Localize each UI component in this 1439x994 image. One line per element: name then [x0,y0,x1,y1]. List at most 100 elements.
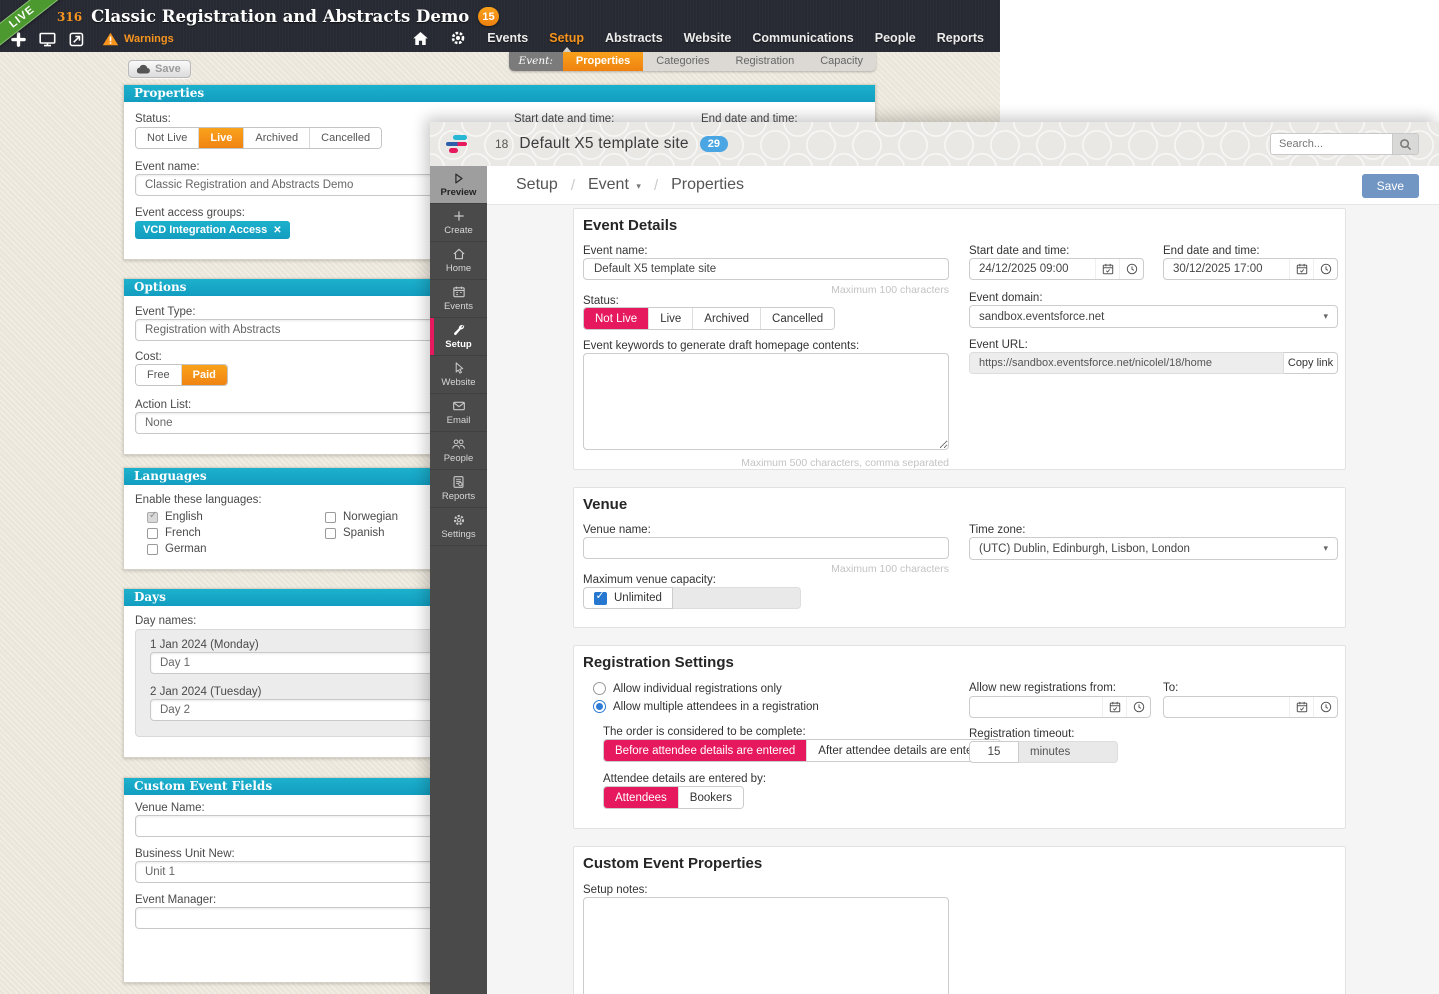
plus-icon [452,209,466,223]
calendar-picker-button[interactable] [1102,697,1126,717]
keywords-textarea[interactable] [583,353,949,450]
copy-link-button[interactable]: Copy link [1284,352,1338,374]
venue-name-label: Venue Name: [135,802,205,814]
checkbox-icon[interactable] [147,528,158,539]
classic-nav-events[interactable]: Events [487,31,528,45]
search-button[interactable] [1392,133,1419,155]
checkbox-french[interactable]: French [147,527,201,539]
subtab-capacity[interactable]: Capacity [807,52,876,71]
breadcrumb-properties[interactable]: Properties [671,176,744,194]
status-not-live[interactable]: Not Live [136,128,198,148]
classic-nav-communications[interactable]: Communications [752,31,853,45]
search-input[interactable] [1270,133,1392,155]
status-live[interactable]: Live [198,128,243,148]
order-before-button[interactable]: Before attendee details are entered [604,740,806,761]
sidebar-item-create[interactable]: Create [430,204,487,242]
radio-icon[interactable] [593,682,606,695]
entered-attendees-button[interactable]: Attendees [604,787,678,808]
time-picker-button[interactable] [1313,697,1337,717]
breadcrumb-setup[interactable]: Setup [516,176,558,194]
radio-selected-icon[interactable] [593,700,606,713]
start-date-input[interactable]: 24/12/2025 09:00 [969,258,1144,280]
gear-icon[interactable] [450,30,466,46]
classic-save-button[interactable]: Save [128,60,191,78]
status-cancelled[interactable]: Cancelled [760,308,834,329]
sidebar-item-people[interactable]: People [430,432,487,470]
x5-header: 18 Default X5 template site 29 [430,122,1439,166]
close-icon[interactable]: ✕ [273,225,281,236]
custom-event-properties-card: Custom Event Properties Setup notes: [573,846,1346,994]
section-title: Venue [583,496,627,513]
checkbox-english[interactable]: English [147,511,203,523]
timezone-select[interactable]: (UTC) Dublin, Edinburgh, Lisbon, London … [969,537,1338,560]
save-button[interactable]: Save [1362,174,1419,198]
subtab-properties[interactable]: Properties [563,52,643,71]
monitor-icon[interactable] [38,31,56,47]
checkbox-norwegian[interactable]: Norwegian [325,511,398,523]
calendar-icon [1102,263,1114,275]
status-cancelled[interactable]: Cancelled [309,128,381,148]
warnings-button[interactable]: Warnings [102,32,174,46]
classic-notification-badge[interactable]: 15 [478,7,498,26]
classic-main-nav: Events Setup Abstracts Website Communica… [412,30,984,46]
sidebar-item-events[interactable]: Events [430,280,487,318]
cost-paid[interactable]: Paid [181,365,227,385]
event-url-value: https://sandbox.eventsforce.net/nicolel/… [969,352,1284,374]
registrations-from-input[interactable] [969,696,1151,718]
timeout-group: 15 minutes [969,741,1118,763]
breadcrumb-event[interactable]: Event ▾ [588,176,641,194]
calendar-icon [452,285,466,299]
sidebar-item-reports[interactable]: Reports [430,470,487,508]
calendar-picker-button[interactable] [1289,259,1313,279]
x5-notification-badge[interactable]: 29 [700,136,728,152]
sidebar-item-settings[interactable]: Settings [430,508,487,546]
status-not-live[interactable]: Not Live [584,308,648,329]
checkbox-german[interactable]: German [147,543,207,555]
status-archived[interactable]: Archived [243,128,309,148]
entered-bookers-button[interactable]: Bookers [678,787,743,808]
radio-individual-registrations[interactable]: Allow individual registrations only [593,682,782,695]
calendar-picker-button[interactable] [1289,697,1313,717]
event-name-input[interactable] [583,258,949,280]
subtab-categories[interactable]: Categories [643,52,722,71]
sidebar-item-preview[interactable]: Preview [430,166,487,204]
unlimited-checkbox[interactable]: Unlimited [583,587,673,609]
classic-nav-website[interactable]: Website [684,31,732,45]
checkbox-checked-icon[interactable] [594,592,607,605]
search-icon [1399,138,1412,151]
event-domain-select[interactable]: sandbox.eventsforce.net ▾ [969,305,1338,328]
time-picker-button[interactable] [1313,259,1337,279]
checkbox-icon[interactable] [147,512,158,523]
chevron-down-icon: ▾ [1323,543,1328,554]
checkbox-spanish[interactable]: Spanish [325,527,385,539]
breadcrumb: Setup / Event ▾ / Properties Save [487,166,1439,205]
checkbox-icon[interactable] [147,544,158,555]
sidebar-item-home[interactable]: Home [430,242,487,280]
venue-name-input[interactable] [583,537,949,559]
classic-nav-people[interactable]: People [875,31,916,45]
sidebar-item-email[interactable]: Email [430,394,487,432]
classic-nav-reports[interactable]: Reports [937,31,984,45]
time-picker-button[interactable] [1126,697,1150,717]
status-archived[interactable]: Archived [692,308,760,329]
radio-multiple-attendees[interactable]: Allow multiple attendees in a registrati… [593,700,819,713]
entered-by-label: Attendee details are entered by: [603,773,766,785]
cost-free[interactable]: Free [136,365,181,385]
subtab-registration[interactable]: Registration [723,52,808,71]
time-picker-button[interactable] [1119,259,1143,279]
checkbox-icon[interactable] [325,512,336,523]
classic-nav-abstracts[interactable]: Abstracts [605,31,663,45]
home-icon[interactable] [412,31,429,46]
sidebar-item-website[interactable]: Website [430,356,487,394]
classic-nav-setup[interactable]: Setup [549,31,584,45]
calendar-picker-button[interactable] [1095,259,1119,279]
setup-notes-textarea[interactable] [583,897,949,994]
access-group-chip[interactable]: VCD Integration Access ✕ [135,221,290,239]
external-link-icon[interactable] [67,31,85,47]
sidebar-item-setup[interactable]: Setup [430,318,487,356]
status-live[interactable]: Live [648,308,692,329]
end-date-input[interactable]: 30/12/2025 17:00 [1163,258,1338,280]
checkbox-icon[interactable] [325,528,336,539]
timeout-input[interactable]: 15 [969,741,1019,763]
registrations-to-input[interactable] [1163,696,1338,718]
